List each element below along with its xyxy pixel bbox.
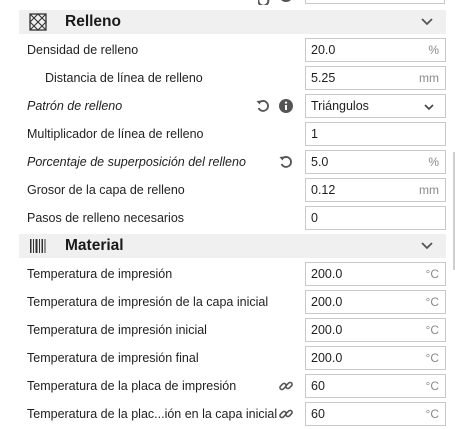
setting-label: Temperatura de impresión de la capa inic… [27,295,269,309]
final-print-temperature-input[interactable]: 200.0 °C [305,346,446,370]
chevron-down-icon[interactable] [419,238,435,254]
field-unit: °C [425,267,439,281]
infill-line-distance-input[interactable]: 5.25 mm [305,66,446,90]
field-unit: % [428,43,439,57]
field-value: 5.0 [311,155,329,169]
field-value: 5.25 [311,71,336,85]
infill-density-input[interactable]: 20.0 % [305,38,446,62]
infill-icon [28,12,48,32]
setting-row-infill-line-multiplier: Multiplicador de línea de relleno 1 [19,120,446,148]
setting-label: Porcentaje de superposición del relleno [27,155,246,169]
setting-row-print-temperature-initial-layer: Temperatura de impresión de la capa inic… [19,288,446,316]
chevron-down-icon[interactable] [419,14,435,30]
reset-icon[interactable] [278,154,294,170]
top-row-icons [257,0,298,7]
field-unit: °C [425,407,439,421]
infill-pattern-select[interactable]: Triángulos [305,94,446,118]
build-plate-temperature-initial-layer-input[interactable]: 60 °C [305,402,446,426]
reset-icon[interactable] [255,98,271,114]
infill-layer-thickness-input[interactable]: 0.12 mm [305,178,446,202]
setting-label: Temperatura de la plac...ión en la capa … [27,407,278,421]
field-value: 0.12 [311,183,336,197]
field-value: 200.0 [311,351,343,365]
setting-label: Grosor de la capa de relleno [27,183,185,197]
setting-row-final-print-temperature: Temperatura de impresión final 200.0 °C [19,344,446,372]
material-icon [28,236,48,256]
field-value: 20.0 [311,43,336,57]
field-unit: % [428,155,439,169]
setting-label: Temperatura de impresión inicial [27,323,207,337]
link-icon [278,378,294,394]
previous-setting-field[interactable] [305,0,445,4]
setting-label: Temperatura de impresión final [27,351,199,365]
field-unit: °C [425,323,439,337]
info-icon[interactable] [278,98,294,114]
field-unit: mm [419,183,439,197]
section-title-material: Material [65,237,124,254]
infill-line-multiplier-input[interactable]: 1 [305,122,446,146]
field-unit: mm [419,71,439,85]
field-unit: °C [425,379,439,393]
chevron-down-icon [423,101,435,113]
setting-row-infill-pattern: Patrón de relleno Triángulos [19,92,446,120]
setting-row-infill-overlap: Porcentaje de superposición del relleno … [19,148,446,176]
print-temperature-input[interactable]: 200.0 °C [305,262,446,286]
setting-row-infill-layer-thickness: Grosor de la capa de relleno 0.12 mm [19,176,446,204]
infill-overlap-input[interactable]: 5.0 % [305,150,446,174]
gradual-infill-steps-input[interactable]: 0 [305,206,446,230]
field-value: 60 [311,407,325,421]
section-header-infill[interactable]: Relleno [19,10,446,34]
field-value: 200.0 [311,267,343,281]
setting-row-build-plate-temperature: Temperatura de la placa de impresión 60 … [19,372,446,400]
setting-label: Pasos de relleno necesarios [27,211,185,225]
field-value: 200.0 [311,323,343,337]
field-value: Triángulos [311,99,369,113]
setting-label: Patrón de relleno [27,99,123,113]
setting-row-infill-density: Densidad de relleno 20.0 % [19,36,446,64]
link-icon [278,406,294,422]
build-plate-temperature-input[interactable]: 60 °C [305,374,446,398]
field-unit: °C [425,351,439,365]
initial-print-temperature-input[interactable]: 200.0 °C [305,318,446,342]
section-header-material[interactable]: Material [19,234,446,258]
setting-label: Multiplicador de línea de relleno [27,127,204,141]
setting-label: Densidad de relleno [27,43,139,57]
setting-row-initial-print-temperature: Temperatura de impresión inicial 200.0 °… [19,316,446,344]
setting-label: Temperatura de impresión [27,267,173,281]
setting-label: Distancia de línea de relleno [45,71,203,85]
field-unit: °C [425,295,439,309]
section-title-infill: Relleno [65,13,121,30]
setting-label: Temperatura de la placa de impresión [27,379,237,393]
setting-row-print-temperature: Temperatura de impresión 200.0 °C [19,260,446,288]
field-value: 1 [311,127,318,141]
setting-row-gradual-infill-steps: Pasos de relleno necesarios 0 [19,204,446,232]
print-temperature-initial-layer-input[interactable]: 200.0 °C [305,290,446,314]
setting-row-infill-line-distance: Distancia de línea de relleno 5.25 mm [19,64,446,92]
field-value: 200.0 [311,295,343,309]
field-value: 0 [311,211,318,225]
field-value: 60 [311,379,325,393]
setting-row-build-plate-temperature-initial-layer: Temperatura de la plac...ión en la capa … [19,400,446,428]
